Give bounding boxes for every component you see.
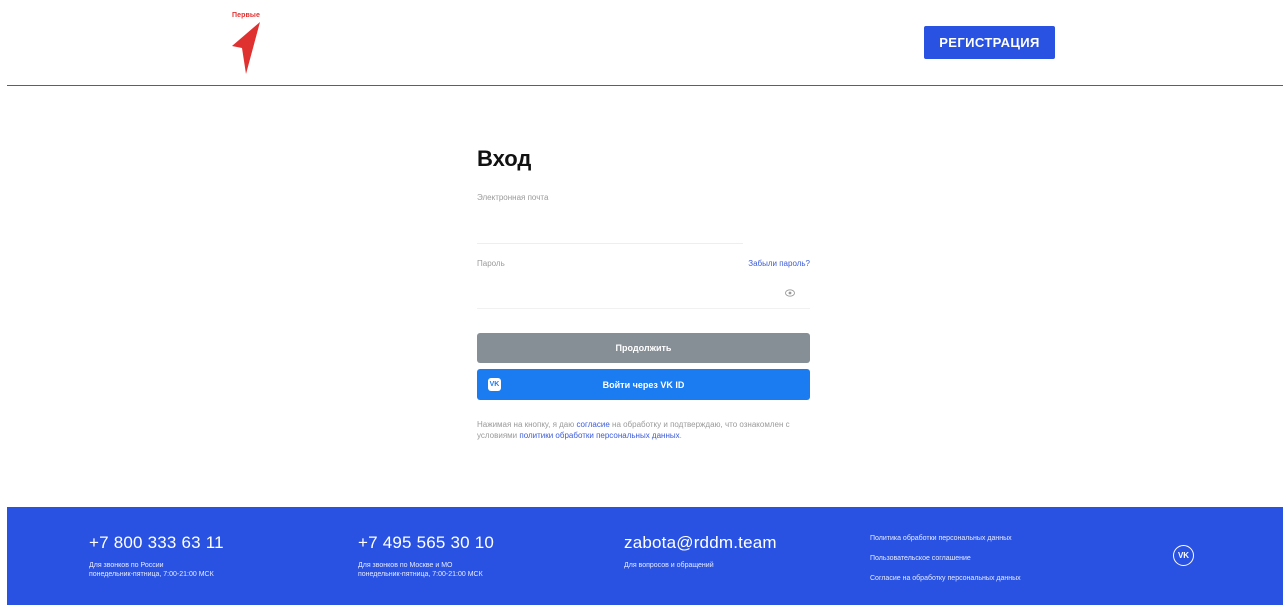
forgot-password-link[interactable]: Забыли пароль?	[748, 259, 810, 268]
consent-link[interactable]: согласие	[576, 420, 609, 429]
phone-moscow-hours: понедельник-пятница, 7:00-21:00 МСК	[358, 571, 483, 578]
footer-link-privacy[interactable]: Политика обработки персональных данных	[870, 534, 1021, 544]
footer-contact-russia: +7 800 333 63 11 Для звонков по России п…	[89, 533, 224, 579]
footer-contact-moscow: +7 495 565 30 10 Для звонков по Москве и…	[358, 533, 494, 579]
email-label: Электронная почта	[477, 193, 549, 202]
eye-icon[interactable]	[785, 289, 795, 297]
register-button[interactable]: РЕГИСТРАЦИЯ	[924, 26, 1055, 59]
password-label: Пароль	[477, 259, 505, 268]
footer-link-terms[interactable]: Пользовательское соглашение	[870, 554, 1021, 564]
footer-link-consent[interactable]: Согласие на обработку персональных данны…	[870, 574, 1021, 584]
continue-button[interactable]: Продолжить	[477, 333, 810, 363]
vk-icon: VK	[488, 378, 501, 391]
privacy-policy-link[interactable]: политики обработки персональных данных	[519, 431, 679, 440]
consent-part3: .	[679, 431, 682, 440]
support-email-caption: Для вопросов и обращений	[624, 562, 714, 569]
consent-part1: Нажимая на кнопку, я даю	[477, 420, 577, 429]
email-field[interactable]	[477, 243, 743, 244]
phone-russia-hours: понедельник-пятница, 7:00-21:00 МСК	[89, 571, 214, 578]
vk-login-label: Войти через VK ID	[602, 379, 685, 390]
phone-moscow[interactable]: +7 495 565 30 10	[358, 533, 494, 553]
logo[interactable]: Первые	[232, 12, 272, 74]
vk-login-button[interactable]: VK Войти через VK ID	[477, 369, 810, 400]
footer: +7 800 333 63 11 Для звонков по России п…	[7, 507, 1283, 605]
vk-icon[interactable]: VK	[1173, 545, 1194, 566]
footer-links: Политика обработки персональных данных П…	[870, 534, 1021, 594]
password-field[interactable]	[477, 308, 810, 309]
phone-russia[interactable]: +7 800 333 63 11	[89, 533, 224, 553]
phone-moscow-caption: Для звонков по Москве и МО	[358, 562, 453, 569]
consent-text: Нажимая на кнопку, я даю согласие на обр…	[477, 419, 810, 441]
logo-text: Первые	[232, 12, 260, 19]
logo-arrow-icon	[232, 22, 260, 74]
footer-contact-email: zabota@rddm.team Для вопросов и обращени…	[624, 533, 777, 570]
page-title: Вход	[477, 146, 532, 171]
header-divider	[7, 85, 1283, 86]
support-email[interactable]: zabota@rddm.team	[624, 533, 777, 553]
phone-russia-caption: Для звонков по России	[89, 562, 164, 569]
header: Первые РЕГИСТРАЦИЯ	[0, 0, 1283, 86]
